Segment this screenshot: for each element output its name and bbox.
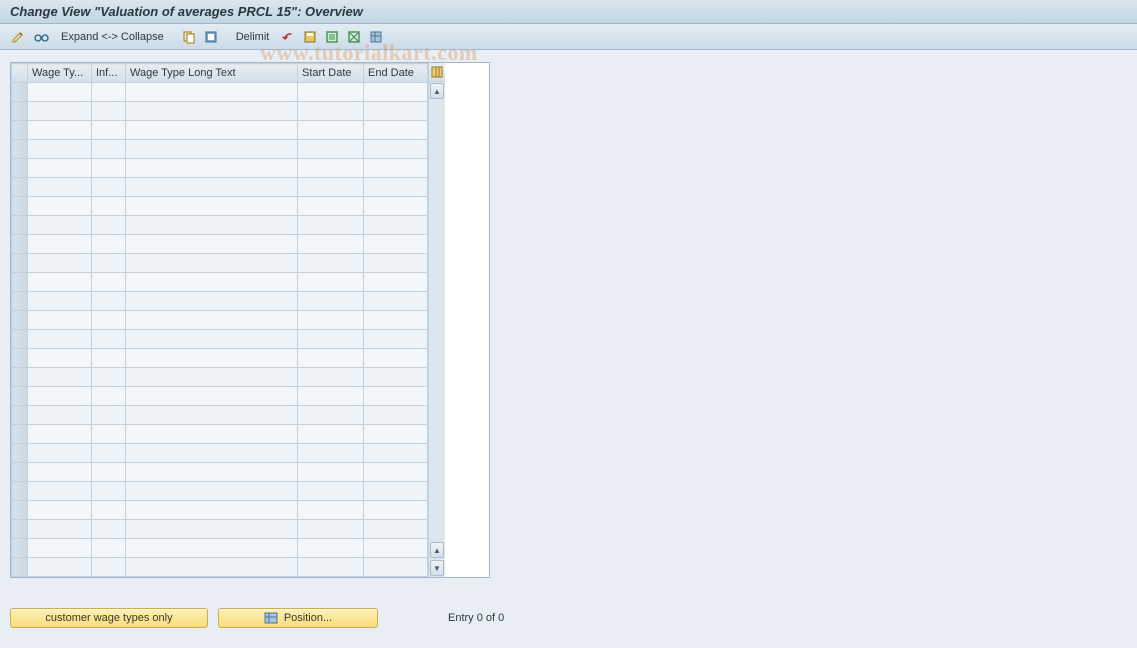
toolbar: Expand <-> Collapse Delimit bbox=[0, 24, 1137, 50]
table-row[interactable] bbox=[12, 140, 428, 159]
table-row[interactable] bbox=[12, 178, 428, 197]
col-select[interactable] bbox=[12, 64, 28, 83]
scroll-up2-icon[interactable]: ▲ bbox=[430, 542, 444, 558]
customer-wage-types-button[interactable]: customer wage types only bbox=[10, 608, 208, 628]
table[interactable]: Wage Ty... Inf... Wage Type Long Text St… bbox=[11, 63, 428, 577]
table-row[interactable] bbox=[12, 311, 428, 330]
table-row[interactable] bbox=[12, 254, 428, 273]
table-row[interactable] bbox=[12, 330, 428, 349]
page-title: Change View "Valuation of averages PRCL … bbox=[10, 4, 363, 19]
table-row[interactable] bbox=[12, 482, 428, 501]
table-row[interactable] bbox=[12, 273, 428, 292]
col-start-date[interactable]: Start Date bbox=[298, 64, 364, 83]
col-end-date[interactable]: End Date bbox=[364, 64, 428, 83]
table-row[interactable] bbox=[12, 368, 428, 387]
table-row[interactable] bbox=[12, 425, 428, 444]
scroll-down-icon[interactable]: ▼ bbox=[430, 560, 444, 576]
col-long-text[interactable]: Wage Type Long Text bbox=[126, 64, 298, 83]
table-row[interactable] bbox=[12, 235, 428, 254]
table-row[interactable] bbox=[12, 387, 428, 406]
bottom-bar: customer wage types only Position... Ent… bbox=[10, 608, 504, 628]
vertical-scrollbar[interactable]: ▲ ▲ ▼ bbox=[428, 63, 445, 577]
entry-count: Entry 0 of 0 bbox=[448, 612, 504, 624]
config-columns-icon[interactable] bbox=[429, 63, 445, 82]
table-row[interactable] bbox=[12, 558, 428, 577]
select-block-icon[interactable] bbox=[322, 27, 342, 47]
table-row[interactable] bbox=[12, 292, 428, 311]
col-inf[interactable]: Inf... bbox=[92, 64, 126, 83]
table-row[interactable] bbox=[12, 501, 428, 520]
table-row[interactable] bbox=[12, 83, 428, 102]
table-row[interactable] bbox=[12, 121, 428, 140]
title-bar: Change View "Valuation of averages PRCL … bbox=[0, 0, 1137, 24]
table-row[interactable] bbox=[12, 444, 428, 463]
content-area: Wage Ty... Inf... Wage Type Long Text St… bbox=[0, 50, 1137, 590]
table-row[interactable] bbox=[12, 406, 428, 425]
glasses-icon[interactable] bbox=[30, 27, 52, 47]
edit-icon[interactable] bbox=[8, 27, 28, 47]
col-wage-type[interactable]: Wage Ty... bbox=[28, 64, 92, 83]
scroll-track[interactable] bbox=[429, 100, 445, 541]
table-row[interactable] bbox=[12, 159, 428, 178]
position-icon bbox=[264, 612, 278, 624]
scroll-up-icon[interactable]: ▲ bbox=[430, 83, 444, 99]
delimit-button[interactable]: Delimit bbox=[229, 27, 277, 47]
table-row[interactable] bbox=[12, 520, 428, 539]
save-variant-icon[interactable] bbox=[300, 27, 320, 47]
table-row[interactable] bbox=[12, 539, 428, 558]
select-all-icon[interactable] bbox=[201, 27, 221, 47]
table-settings-icon[interactable] bbox=[366, 27, 386, 47]
position-button[interactable]: Position... bbox=[218, 608, 378, 628]
table-row[interactable] bbox=[12, 197, 428, 216]
position-label: Position... bbox=[284, 612, 332, 624]
table-row[interactable] bbox=[12, 216, 428, 235]
table-row[interactable] bbox=[12, 102, 428, 121]
table-row[interactable] bbox=[12, 463, 428, 482]
copy-icon[interactable] bbox=[179, 27, 199, 47]
expand-collapse-button[interactable]: Expand <-> Collapse bbox=[54, 27, 171, 47]
deselect-icon[interactable] bbox=[344, 27, 364, 47]
data-grid: Wage Ty... Inf... Wage Type Long Text St… bbox=[10, 62, 490, 578]
table-row[interactable] bbox=[12, 349, 428, 368]
undo-icon[interactable] bbox=[278, 27, 298, 47]
